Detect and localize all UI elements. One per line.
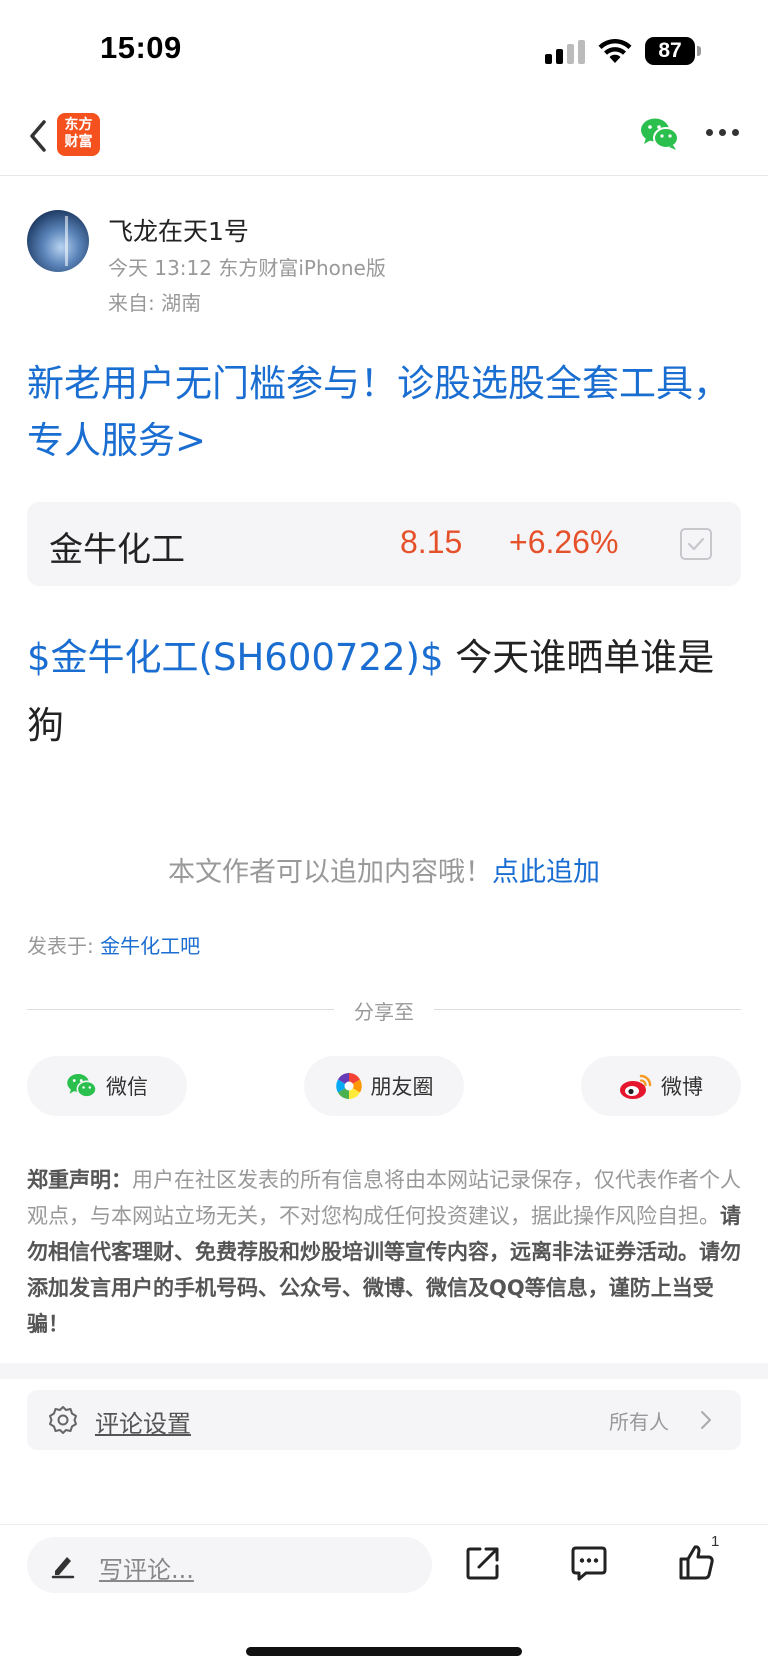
cellular-signal-icon bbox=[545, 40, 587, 64]
stock-name: 金牛化工 bbox=[49, 530, 185, 570]
share-weibo-button[interactable]: 微博 bbox=[581, 1056, 741, 1116]
append-text: 本文作者可以追加内容哦！ bbox=[168, 857, 492, 888]
stock-change: +6.26% bbox=[509, 524, 619, 560]
battery-icon: 87 bbox=[645, 37, 701, 65]
divider bbox=[27, 1009, 334, 1010]
status-bar: 15:09 87 bbox=[0, 0, 768, 100]
weibo-icon bbox=[620, 1074, 652, 1099]
posted-in: 发表于: 金牛化工吧 bbox=[27, 930, 200, 959]
share-icon[interactable] bbox=[465, 1545, 501, 1581]
share-wechat-label: 微信 bbox=[106, 1075, 148, 1099]
check-icon bbox=[687, 537, 705, 551]
wechat-share-icon[interactable] bbox=[640, 116, 680, 152]
append-link[interactable]: 点此追加 bbox=[492, 857, 600, 888]
append-prompt: 本文作者可以追加内容哦！点此追加 bbox=[0, 850, 768, 889]
chevron-right-icon bbox=[701, 1411, 711, 1429]
divider bbox=[434, 1009, 741, 1010]
author-name[interactable]: 飞龙在天1号 bbox=[108, 212, 249, 248]
wifi-icon bbox=[598, 39, 632, 63]
share-weibo-label: 微博 bbox=[661, 1075, 703, 1099]
comment-settings-row[interactable]: 评论设置 所有人 bbox=[27, 1390, 741, 1450]
wechat-icon bbox=[67, 1073, 97, 1098]
post-content: $金牛化工(SH600722)$ 今天谁晒单谁是狗 bbox=[27, 624, 747, 760]
comment-input[interactable]: 写评论... bbox=[27, 1537, 432, 1593]
share-title: 分享至 bbox=[354, 1000, 414, 1024]
stock-card[interactable]: 金牛化工 8.15 +6.26% bbox=[27, 502, 741, 586]
comment-icon[interactable] bbox=[570, 1545, 608, 1581]
comment-placeholder: 写评论... bbox=[99, 1556, 194, 1584]
bottom-bar: 写评论... 1 bbox=[0, 1524, 768, 1665]
more-icon[interactable] bbox=[706, 128, 740, 138]
comment-settings-label: 评论设置 bbox=[95, 1410, 191, 1438]
gear-icon bbox=[49, 1406, 77, 1434]
stock-tag-link[interactable]: $金牛化工(SH600722)$ bbox=[27, 636, 444, 679]
logo-text-line1: 东方 bbox=[64, 117, 93, 133]
author-location: 来自: 湖南 bbox=[108, 291, 202, 315]
forum-link[interactable]: 金牛化工吧 bbox=[100, 934, 200, 958]
disclaimer: 郑重声明：用户在社区发表的所有信息将由本网站记录保存，仅代表作者个人观点，与本网… bbox=[27, 1162, 743, 1342]
logo-text-line2: 财富 bbox=[64, 134, 93, 150]
section-separator bbox=[0, 1363, 768, 1379]
share-moments-button[interactable]: 朋友圈 bbox=[304, 1056, 464, 1116]
battery-level: 87 bbox=[645, 37, 695, 65]
share-moments-label: 朋友圈 bbox=[370, 1075, 434, 1099]
like-count: 1 bbox=[711, 1533, 720, 1550]
pen-icon bbox=[51, 1557, 75, 1579]
home-indicator bbox=[246, 1647, 522, 1656]
status-time: 15:09 bbox=[100, 30, 182, 65]
stock-price: 8.15 bbox=[400, 524, 463, 560]
promo-link[interactable]: 新老用户无门槛参与！诊股选股全套工具，专人服务> bbox=[27, 355, 747, 469]
comment-settings-value: 所有人 bbox=[609, 1410, 669, 1434]
posted-in-label: 发表于: bbox=[27, 934, 101, 958]
back-icon[interactable] bbox=[24, 114, 54, 158]
nav-bar: 东方 财富 bbox=[0, 100, 768, 176]
moments-icon bbox=[335, 1073, 362, 1099]
app-logo: 东方 财富 bbox=[57, 113, 100, 156]
disclaimer-label: 郑重声明： bbox=[27, 1168, 132, 1192]
disclaimer-text: 用户在社区发表的所有信息将由本网站记录保存，仅代表作者个人观点，与本网站立场无关… bbox=[27, 1168, 741, 1228]
post-meta: 今天 13:12 东方财富iPhone版 bbox=[108, 256, 386, 280]
avatar[interactable] bbox=[27, 210, 89, 272]
add-watchlist-checkbox[interactable] bbox=[680, 528, 712, 560]
share-wechat-button[interactable]: 微信 bbox=[27, 1056, 187, 1116]
